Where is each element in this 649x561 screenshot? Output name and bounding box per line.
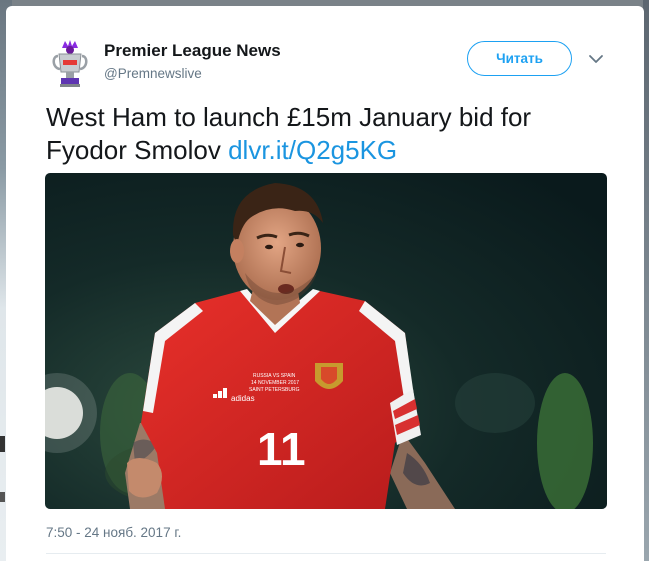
divider (46, 553, 606, 554)
tweet-header: Premier League News @Premnewslive Читать (46, 36, 616, 96)
account-display-name[interactable]: Premier League News (104, 41, 281, 61)
tweet-photo[interactable]: adidas RUSSIA VS SPAIN 14 NOVEMBER 2017 … (45, 173, 607, 509)
follow-button[interactable]: Читать (467, 41, 572, 76)
tweet-link[interactable]: dlvr.it/Q2g5KG (228, 135, 397, 165)
shirt-commemorative-text: RUSSIA VS SPAIN 14 NOVEMBER 2017 SAINT P… (249, 373, 300, 393)
shirt-number: 11 (257, 423, 306, 475)
chevron-down-icon[interactable] (588, 51, 604, 67)
background-mark (0, 492, 5, 502)
account-handle[interactable]: @Premnewslive (104, 66, 202, 81)
background-mark (0, 436, 5, 452)
tweet-timestamp[interactable]: 7:50 - 24 нояб. 2017 г. (46, 525, 181, 540)
svg-text:14 NOVEMBER 2017: 14 NOVEMBER 2017 (251, 380, 299, 386)
shirt-brand: adidas (231, 394, 255, 403)
tweet-text: West Ham to launch £15m January bid for … (46, 101, 616, 167)
tweet-card: Premier League News @Premnewslive Читать… (6, 6, 644, 561)
svg-text:RUSSIA VS SPAIN: RUSSIA VS SPAIN (253, 373, 296, 379)
premier-league-trophy-icon[interactable] (48, 38, 92, 88)
player-photo: adidas RUSSIA VS SPAIN 14 NOVEMBER 2017 … (45, 173, 607, 509)
svg-text:SAINT PETERSBURG: SAINT PETERSBURG (249, 387, 300, 393)
